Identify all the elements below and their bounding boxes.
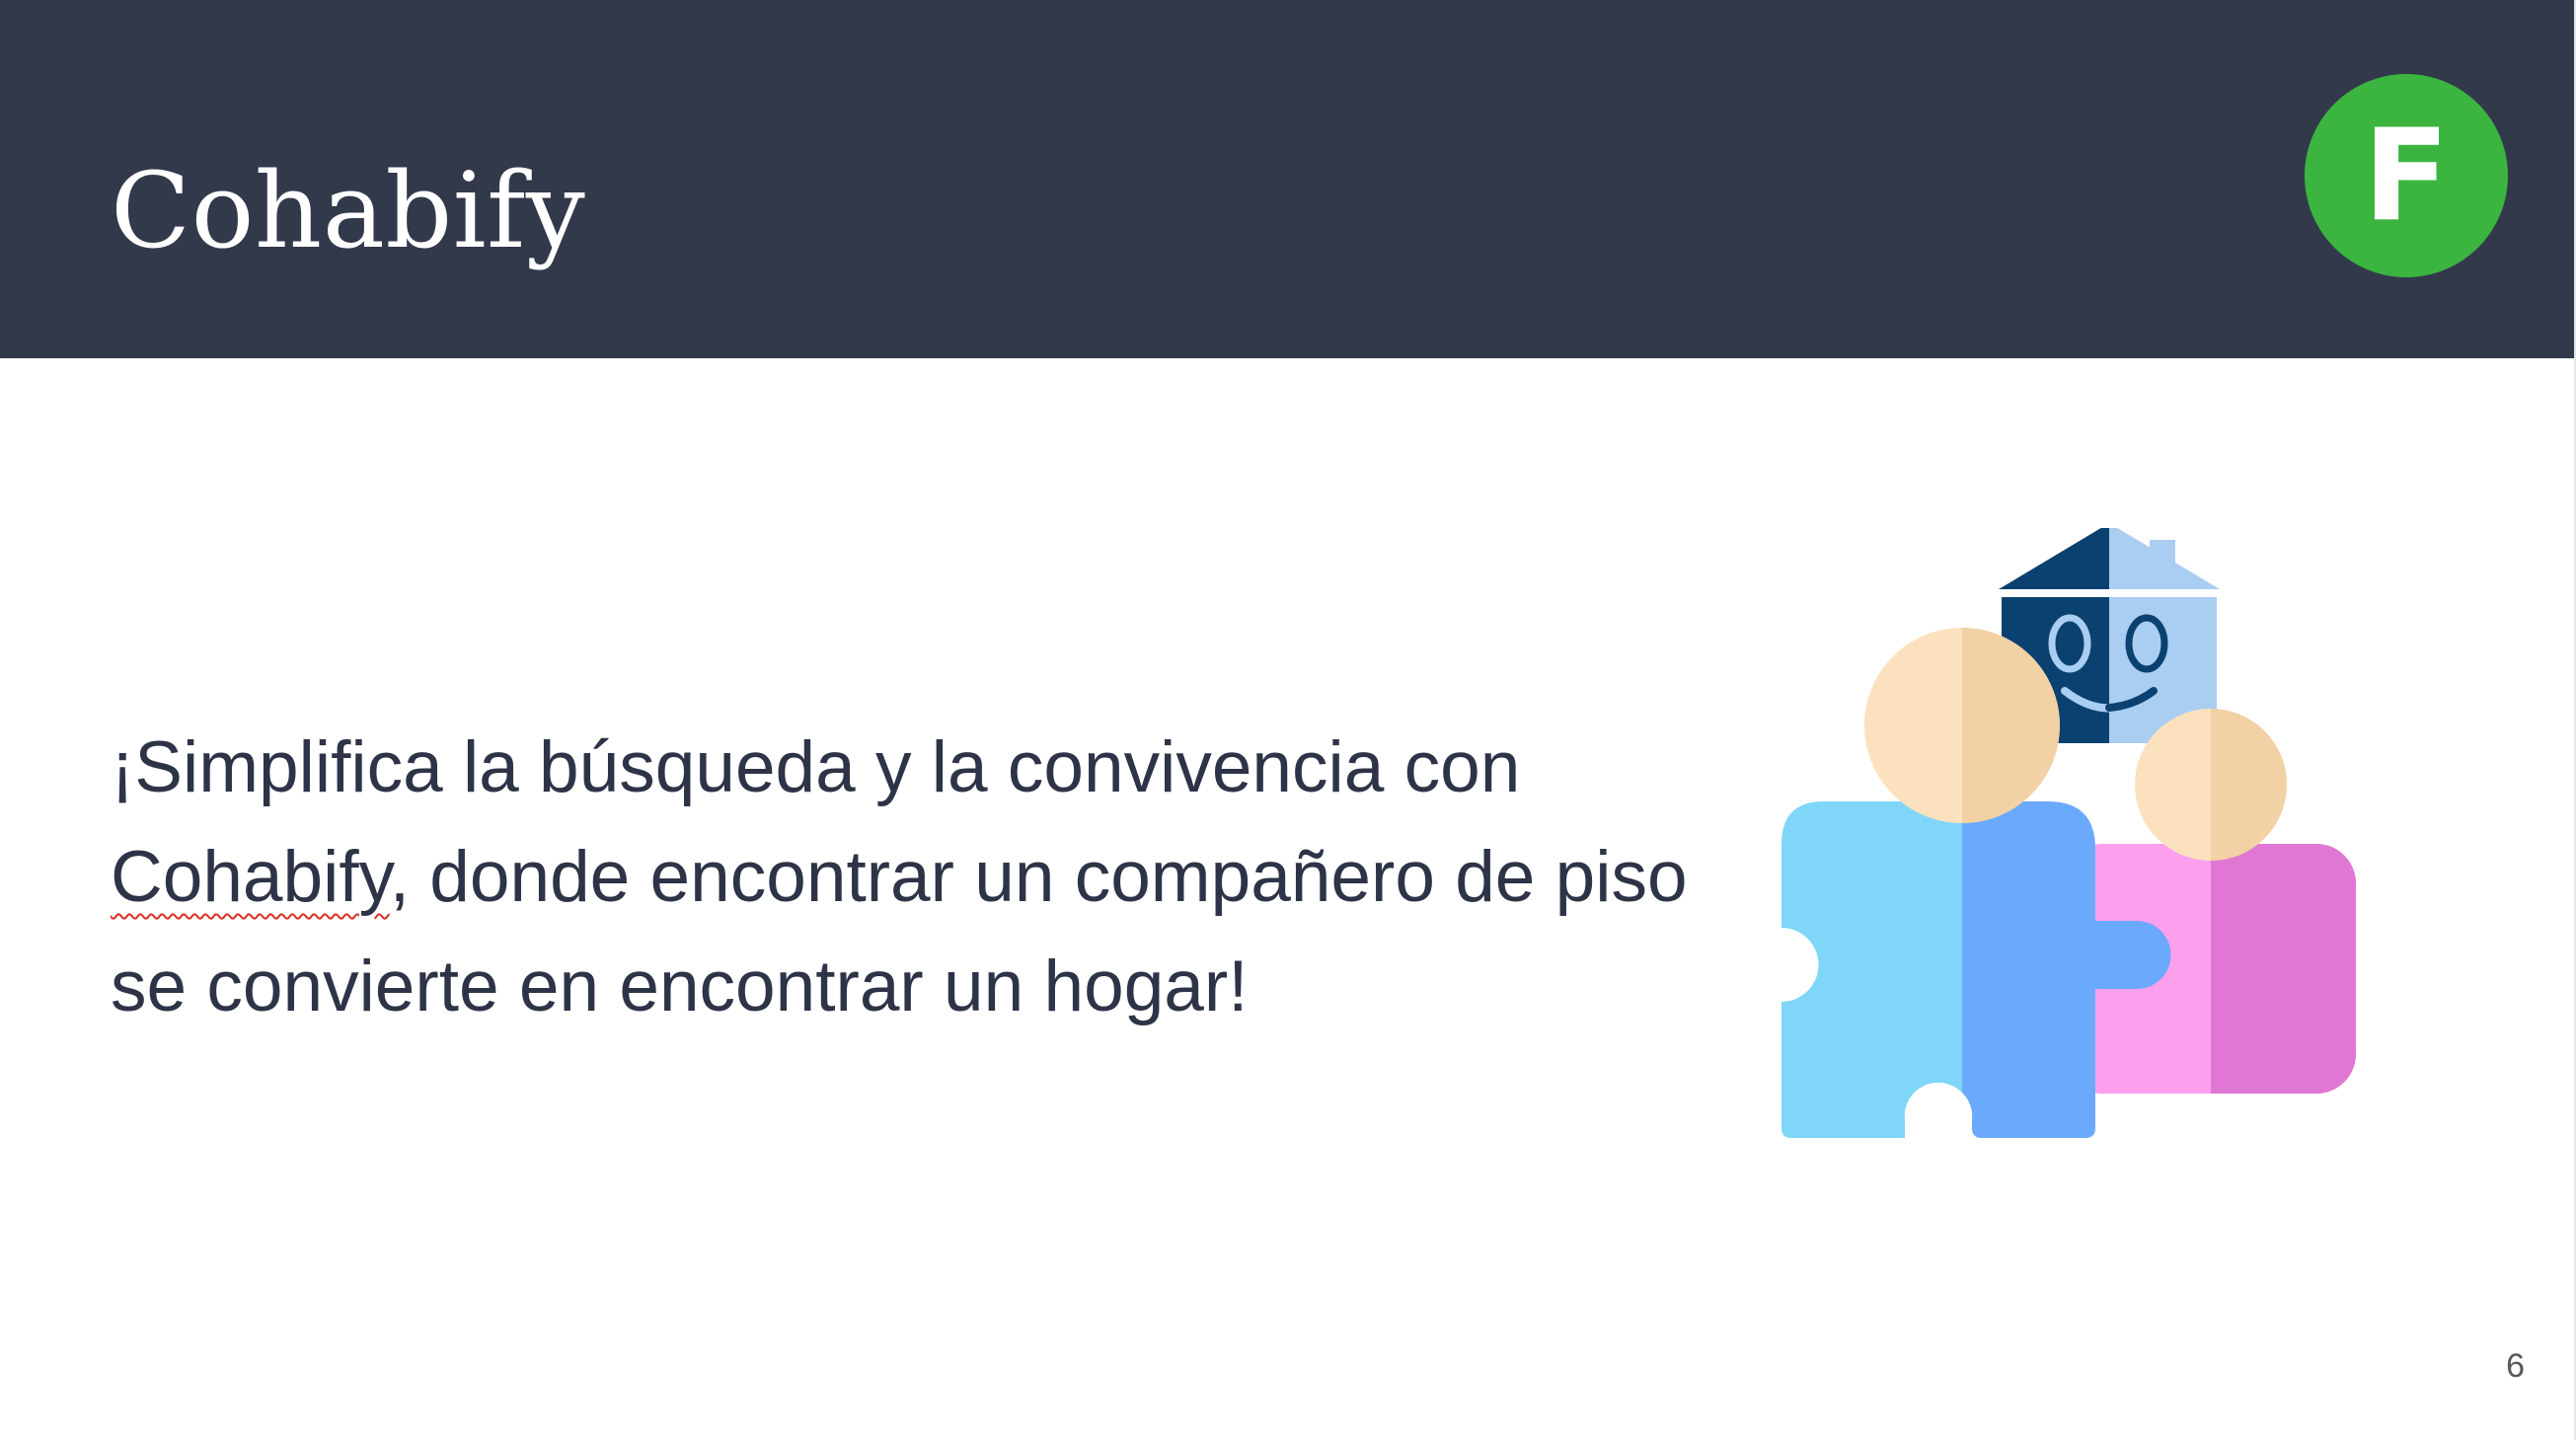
slide-title: Cohabify (111, 150, 586, 271)
body-text-part: ¡Simplifica la búsqueda y la convivencia… (111, 727, 1521, 807)
roommates-puzzle-house-icon (1781, 528, 2356, 1138)
small-person-icon (2063, 709, 2356, 1094)
slide-body-text[interactable]: ¡Simplifica la búsqueda y la convivencia… (111, 713, 1769, 1041)
spellcheck-flagged-word[interactable]: Cohabify (111, 837, 390, 917)
slide-header: Cohabify F (0, 0, 2574, 358)
logo-badge: F (2305, 74, 2508, 277)
slide: Cohabify F ¡Simplifica la búsqueda y la … (0, 0, 2576, 1440)
logo-letter: F (2363, 102, 2450, 250)
page-number: 6 (2506, 1347, 2525, 1385)
